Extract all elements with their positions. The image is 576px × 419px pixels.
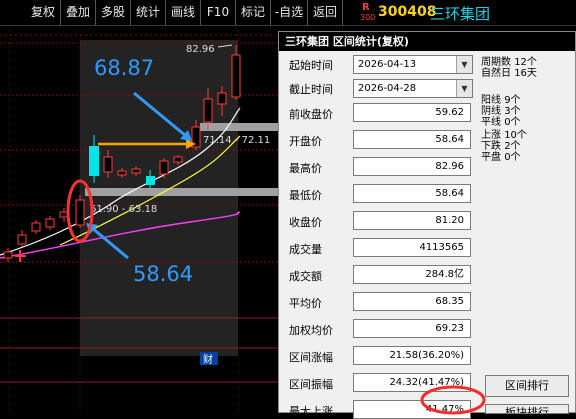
row-value-open: 58.64 bbox=[353, 130, 471, 149]
chevron-down-icon[interactable]: ▼ bbox=[456, 80, 472, 97]
stat-band-lower bbox=[85, 188, 278, 196]
ticker-badge-market: 300 bbox=[360, 13, 376, 22]
interval-statistics-panel: 三环集团 区间统计(复权) 起始时间 2026-04-13 ▼ 截止时间 202… bbox=[278, 31, 576, 419]
start-time-label: 起始时间 bbox=[289, 59, 333, 72]
stat-band-upper bbox=[200, 123, 278, 131]
row-value-prev-close: 59.62 bbox=[353, 103, 471, 122]
row-label-max-rise: 最大上涨 bbox=[289, 405, 333, 418]
end-time-label: 截止时间 bbox=[289, 83, 333, 96]
end-date-picker[interactable]: 2026-04-28 ▼ bbox=[353, 79, 473, 98]
chevron-down-icon[interactable]: ▼ bbox=[456, 56, 472, 73]
row-value-high: 82.96 bbox=[353, 157, 471, 176]
candles-pre bbox=[3, 208, 69, 262]
stat-flat-days: 平盘 0个 bbox=[481, 152, 521, 163]
period-count: 周期数 12个 bbox=[481, 57, 537, 68]
max-rise-highlight-circle bbox=[420, 385, 486, 415]
interval-highlight bbox=[80, 40, 238, 356]
row-label-low: 最低价 bbox=[289, 189, 322, 202]
stat-yin-candles: 阴线 3个 bbox=[481, 106, 521, 117]
row-value-weighted-average: 69.23 bbox=[353, 319, 471, 338]
toolbar: 复权 叠加 多股 统计 画线 F10 标记 -自选 返回 R 300 30040… bbox=[0, 0, 576, 26]
annotation-low-value: 58.64 bbox=[133, 262, 193, 286]
row-label-close: 收盘价 bbox=[289, 216, 322, 229]
stock-name: 三环集团 bbox=[430, 5, 491, 23]
ticker-badge: R 300 bbox=[360, 2, 376, 24]
toolbar-button-draw-line[interactable]: 画线 bbox=[166, 0, 201, 25]
panel-title: 三环集团 区间统计(复权) bbox=[279, 32, 575, 51]
toolbar-button-fuquan[interactable]: 复权 bbox=[26, 0, 61, 25]
candlestick-chart[interactable]: 82.96 71.14 - 72.11 61.90 - 63.18 68.87 … bbox=[0, 26, 278, 413]
stat-flat-candles: 平线 0个 bbox=[481, 117, 521, 128]
toolbar-button-f10[interactable]: F10 bbox=[201, 0, 236, 25]
row-label-average: 平均价 bbox=[289, 297, 322, 310]
toolbar-button-mark[interactable]: 标记 bbox=[236, 0, 271, 25]
toolbar-button-back[interactable]: 返回 bbox=[308, 0, 343, 25]
row-label-high: 最高价 bbox=[289, 162, 322, 175]
row-label-prev-close: 前收盘价 bbox=[289, 108, 333, 121]
row-value-low: 58.64 bbox=[353, 184, 471, 203]
stat-up-days: 上涨 10个 bbox=[481, 130, 527, 141]
natural-days: 自然日 16天 bbox=[481, 68, 537, 79]
ticker-badge-r: R bbox=[362, 2, 370, 13]
row-label-open: 开盘价 bbox=[289, 135, 322, 148]
row-value-volume: 4113565 bbox=[353, 238, 471, 257]
end-date-value: 2026-04-28 bbox=[358, 83, 417, 94]
start-date-value: 2026-04-13 bbox=[358, 59, 417, 70]
stock-code: 300408 bbox=[378, 4, 437, 20]
row-label-interval-amplitude: 区间振幅 bbox=[289, 378, 333, 391]
interval-rank-button[interactable]: 区间排行 bbox=[485, 375, 569, 397]
annotation-high-value: 68.87 bbox=[94, 56, 154, 80]
row-value-average: 68.35 bbox=[353, 292, 471, 311]
row-value-turnover: 284.8亿 bbox=[353, 265, 471, 284]
row-label-turnover: 成交额 bbox=[289, 270, 322, 283]
finance-marker-label: 财 bbox=[203, 353, 213, 366]
stat-down-days: 下跌 2个 bbox=[481, 141, 521, 152]
range-label-lower: 61.90 - 63.18 bbox=[90, 204, 157, 215]
high-price-label: 82.96 bbox=[186, 44, 215, 55]
row-label-volume: 成交量 bbox=[289, 243, 322, 256]
row-label-interval-change: 区间涨幅 bbox=[289, 351, 333, 364]
range-label-upper: 71.14 - 72.11 bbox=[203, 135, 270, 146]
row-label-weighted-average: 加权均价 bbox=[289, 324, 333, 337]
row-value-interval-change: 21.58(36.20%) bbox=[353, 346, 471, 365]
stat-yang-candles: 阳线 9个 bbox=[481, 95, 521, 106]
toolbar-button-statistics[interactable]: 统计 bbox=[131, 0, 166, 25]
toolbar-button-watchlist[interactable]: -自选 bbox=[271, 0, 308, 25]
row-value-close: 81.20 bbox=[353, 211, 471, 230]
start-date-picker[interactable]: 2026-04-13 ▼ bbox=[353, 55, 473, 74]
toolbar-button-multi-stock[interactable]: 多股 bbox=[96, 0, 131, 25]
toolbar-button-overlay[interactable]: 叠加 bbox=[61, 0, 96, 25]
